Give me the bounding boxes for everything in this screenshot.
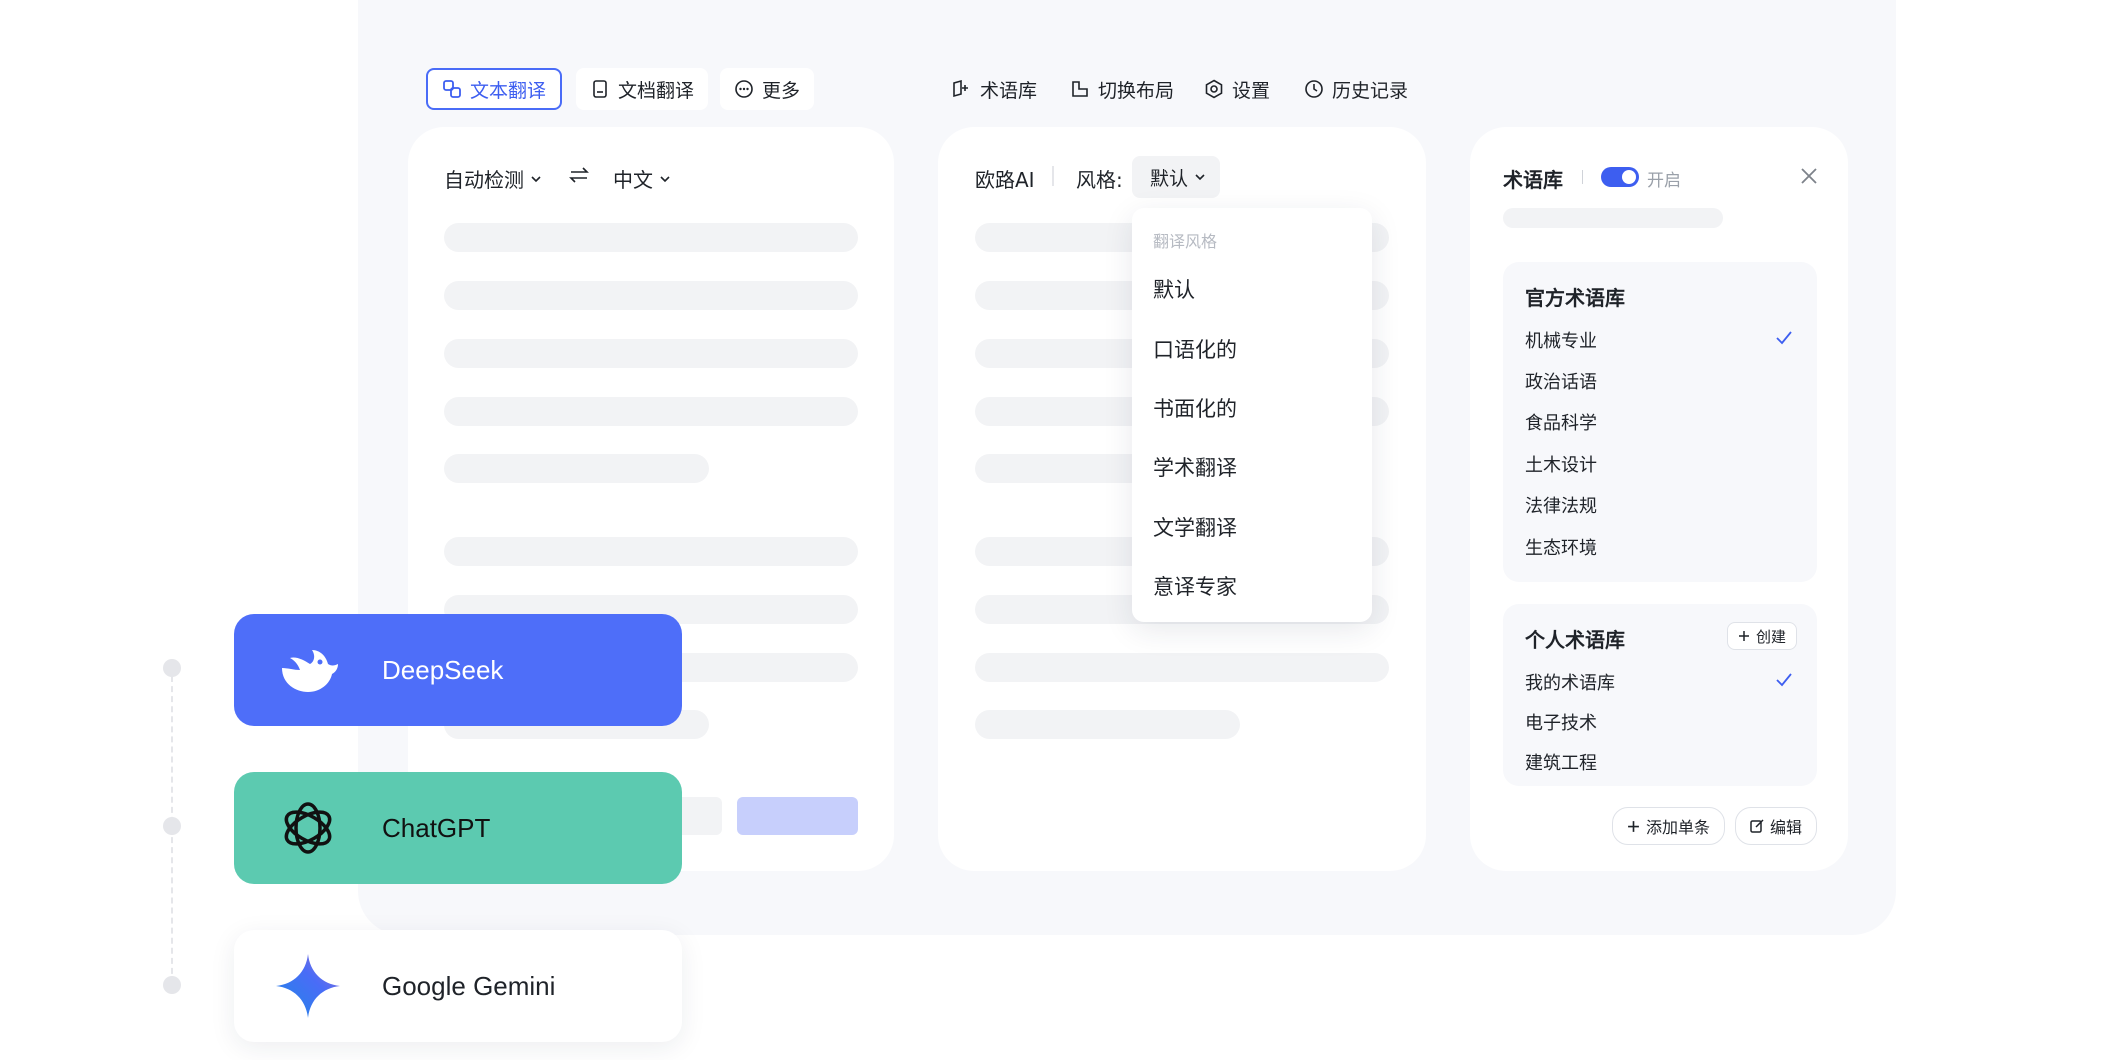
timeline-dot (163, 659, 181, 677)
document-icon (593, 80, 607, 98)
toggle-knob (1622, 170, 1636, 184)
glossary-title: 术语库 (1503, 168, 1563, 192)
glossary-item[interactable]: 我的术语库 (1525, 669, 1615, 695)
target-language-select[interactable]: 中文 (613, 164, 671, 193)
tab-text-translate-label: 文本翻译 (470, 79, 547, 102)
style-option[interactable]: 口语化的 (1153, 334, 1237, 364)
style-label: 风格: (1076, 168, 1123, 192)
openai-icon (284, 802, 332, 854)
check-icon (1776, 331, 1792, 345)
skeleton-line (444, 397, 858, 426)
model-card-deepseek[interactable]: DeepSeek (234, 614, 682, 726)
model-name: ChatGPT (382, 812, 491, 843)
tab-doc-translate-label: 文档翻译 (618, 79, 695, 102)
close-icon (1801, 168, 1817, 184)
edit-icon (1750, 819, 1764, 833)
skeleton-line (444, 223, 858, 252)
swap-icon (569, 167, 589, 183)
tab-more[interactable]: 更多 (720, 68, 815, 110)
text-translate-icon (443, 80, 461, 98)
check-icon (1776, 673, 1792, 687)
source-language-label: 自动检测 (444, 168, 524, 192)
glossary-button[interactable]: 术语库 (938, 68, 1051, 110)
style-dropdown: 翻译风格 默认 口语化的 书面化的 学术翻译 文学翻译 意译专家 (1132, 208, 1372, 622)
plus-icon (1738, 631, 1749, 641)
skeleton-line (975, 710, 1240, 739)
source-language-select[interactable]: 自动检测 (444, 164, 542, 193)
skeleton-line (1503, 208, 1723, 228)
personal-glossary-group: 个人术语库 创建 我的术语库 电子技术 建筑工程 (1503, 604, 1817, 786)
translate-button[interactable] (737, 797, 858, 835)
glossary-button-label: 术语库 (980, 79, 1038, 102)
timeline-dot (163, 976, 181, 994)
switch-layout-button[interactable]: 切换布局 (1056, 68, 1188, 110)
more-icon (735, 80, 753, 98)
clock-icon (1305, 80, 1323, 98)
skeleton-line (444, 281, 858, 310)
create-glossary-button[interactable]: 创建 (1726, 622, 1797, 650)
settings-button[interactable]: 设置 (1190, 68, 1284, 110)
glossary-item[interactable]: 机械专业 (1525, 327, 1597, 353)
model-name: Google Gemini (382, 970, 556, 1001)
glossary-item[interactable]: 建筑工程 (1525, 749, 1597, 775)
add-entry-button[interactable]: 添加单条 (1612, 807, 1726, 845)
history-button[interactable]: 历史记录 (1290, 68, 1422, 110)
gear-icon (1205, 79, 1223, 99)
glossary-item[interactable]: 生态环境 (1525, 534, 1597, 560)
glossary-item[interactable]: 政治话语 (1525, 368, 1597, 394)
gemini-star-icon (276, 954, 340, 1018)
model-name: DeepSeek (382, 654, 504, 685)
switch-layout-label: 切换布局 (1098, 79, 1175, 102)
tab-more-label: 更多 (762, 79, 801, 102)
divider (1052, 166, 1054, 186)
official-glossary-title: 官方术语库 (1525, 286, 1625, 310)
toggle-label: 开启 (1647, 171, 1681, 191)
style-option[interactable]: 意译专家 (1153, 571, 1237, 601)
glossary-item[interactable]: 电子技术 (1525, 709, 1597, 735)
personal-glossary-title: 个人术语库 (1525, 628, 1625, 652)
settings-label: 设置 (1232, 79, 1271, 102)
glossary-item[interactable]: 食品科学 (1525, 409, 1597, 435)
plus-icon (1628, 820, 1639, 832)
edit-button[interactable]: 编辑 (1735, 807, 1818, 845)
engine-label: 欧路AI (975, 168, 1035, 192)
glossary-item[interactable]: 土木设计 (1525, 451, 1597, 477)
history-label: 历史记录 (1332, 79, 1409, 102)
layout-icon (1072, 81, 1088, 97)
style-select[interactable]: 默认 (1132, 156, 1220, 198)
tab-doc-translate[interactable]: 文档翻译 (576, 68, 709, 110)
divider (1582, 170, 1583, 184)
glossary-toggle[interactable] (1601, 167, 1639, 187)
add-entry-label: 添加单条 (1646, 818, 1711, 837)
skeleton-line (444, 454, 709, 483)
style-option[interactable]: 文学翻译 (1153, 512, 1237, 542)
style-option[interactable]: 学术翻译 (1153, 452, 1237, 482)
glossary-item[interactable]: 法律法规 (1525, 492, 1597, 518)
create-label: 创建 (1755, 627, 1786, 646)
official-glossary-group: 官方术语库 机械专业 政治话语 食品科学 土木设计 法律法规 生态环境 (1503, 262, 1817, 582)
skeleton-line (975, 653, 1389, 682)
timeline-dot (163, 817, 181, 835)
tab-text-translate[interactable]: 文本翻译 (426, 68, 563, 110)
whale-icon (282, 650, 338, 692)
swap-languages-button[interactable] (568, 164, 590, 191)
book-icon (953, 79, 968, 98)
dropdown-title: 翻译风格 (1153, 232, 1218, 251)
skeleton-line (444, 537, 858, 566)
target-language-label: 中文 (613, 168, 653, 192)
skeleton-line (444, 339, 858, 368)
model-card-gemini[interactable]: Google Gemini (234, 930, 682, 1042)
close-button[interactable] (1799, 166, 1819, 190)
chevron-down-icon (1195, 174, 1205, 181)
style-select-value: 默认 (1150, 167, 1189, 190)
chevron-down-icon (660, 175, 670, 182)
edit-label: 编辑 (1770, 818, 1803, 837)
chevron-down-icon (531, 175, 541, 182)
style-option[interactable]: 默认 (1153, 274, 1195, 304)
model-card-chatgpt[interactable]: ChatGPT (234, 772, 682, 884)
style-option[interactable]: 书面化的 (1153, 393, 1237, 423)
